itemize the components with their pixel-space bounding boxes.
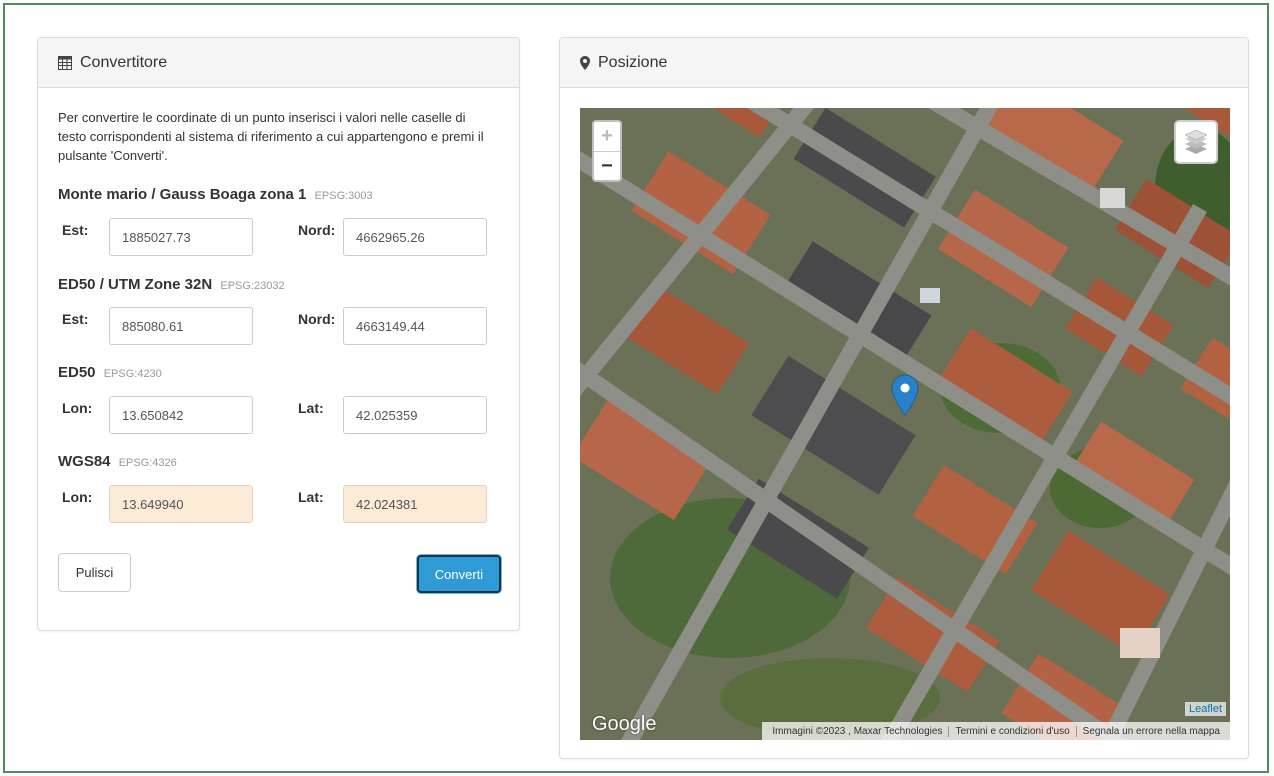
- satellite-imagery: [580, 108, 1230, 740]
- label-lat: Lat:: [298, 400, 324, 416]
- system-name: WGS84: [58, 453, 111, 470]
- system-name: Monte mario / Gauss Boaga zona 1: [58, 186, 307, 203]
- convert-button[interactable]: Converti: [417, 555, 501, 593]
- utm-nord-input[interactable]: 4663149.44: [343, 307, 487, 345]
- system-name: ED50: [58, 364, 96, 381]
- label-est: Est:: [62, 311, 89, 327]
- map-marker-icon: [580, 55, 590, 70]
- system-epsg: EPSG:4326: [118, 457, 177, 469]
- calculator-icon: [58, 55, 72, 70]
- zoom-in-button[interactable]: +: [594, 122, 620, 152]
- system-title-gauss-boaga: Monte mario / Gauss Boaga zona 1 EPSG:30…: [58, 186, 373, 203]
- system-title-ed50: ED50 EPSG:4230: [58, 364, 162, 381]
- label-nord: Nord:: [298, 222, 336, 238]
- wgs84-lat-input[interactable]: 42.024381: [343, 485, 487, 523]
- label-nord: Nord:: [298, 311, 336, 327]
- wgs84-lon-input[interactable]: 13.649940: [109, 485, 253, 523]
- system-title-wgs84: WGS84 EPSG:4326: [58, 453, 177, 470]
- converter-title: Convertitore: [80, 53, 168, 71]
- position-title: Posizione: [598, 53, 668, 71]
- terms-link[interactable]: Termini e condizioni d'uso: [948, 725, 1075, 737]
- position-panel: Posizione + − Google Leaflet Immagini ©2…: [559, 37, 1249, 759]
- clear-button[interactable]: Pulisci: [58, 553, 131, 592]
- label-lon: Lon:: [62, 489, 93, 505]
- map-attribution: Immagini ©2023 , Maxar Technologies Term…: [762, 722, 1230, 740]
- report-error-link[interactable]: Segnala un errore nella mappa: [1075, 725, 1226, 737]
- ed50-lon-input[interactable]: 13.650842: [109, 396, 253, 434]
- zoom-out-button[interactable]: −: [594, 152, 620, 181]
- system-epsg: EPSG:3003: [314, 190, 373, 202]
- satellite-map[interactable]: + − Google Leaflet Immagini ©2023 , Maxa…: [580, 108, 1230, 740]
- gb-nord-input[interactable]: 4662965.26: [343, 218, 487, 256]
- layers-button[interactable]: [1174, 120, 1218, 164]
- leaflet-link[interactable]: Leaflet: [1184, 702, 1226, 716]
- imagery-credit: Immagini ©2023 , Maxar Technologies: [772, 725, 943, 737]
- label-lat: Lat:: [298, 489, 324, 505]
- layers-icon: [1184, 129, 1208, 154]
- intro-text: Per convertire le coordinate di un punto…: [58, 110, 484, 163]
- location-pin-icon[interactable]: [891, 374, 919, 416]
- position-panel-header: Posizione: [560, 38, 1248, 88]
- system-epsg: EPSG:4230: [103, 368, 162, 380]
- system-name: ED50 / UTM Zone 32N: [58, 276, 213, 293]
- label-est: Est:: [62, 222, 89, 238]
- gb-est-input[interactable]: 1885027.73: [109, 218, 253, 256]
- converter-panel: Convertitore Per convertire le coordinat…: [37, 37, 520, 631]
- label-lon: Lon:: [62, 400, 93, 416]
- system-epsg: EPSG:23032: [220, 280, 285, 292]
- utm-est-input[interactable]: 885080.61: [109, 307, 253, 345]
- system-title-utm32n: ED50 / UTM Zone 32N EPSG:23032: [58, 276, 285, 293]
- converter-panel-header: Convertitore: [38, 38, 519, 88]
- zoom-control: + −: [592, 120, 622, 182]
- google-logo: Google: [592, 713, 657, 735]
- ed50-lat-input[interactable]: 42.025359: [343, 396, 487, 434]
